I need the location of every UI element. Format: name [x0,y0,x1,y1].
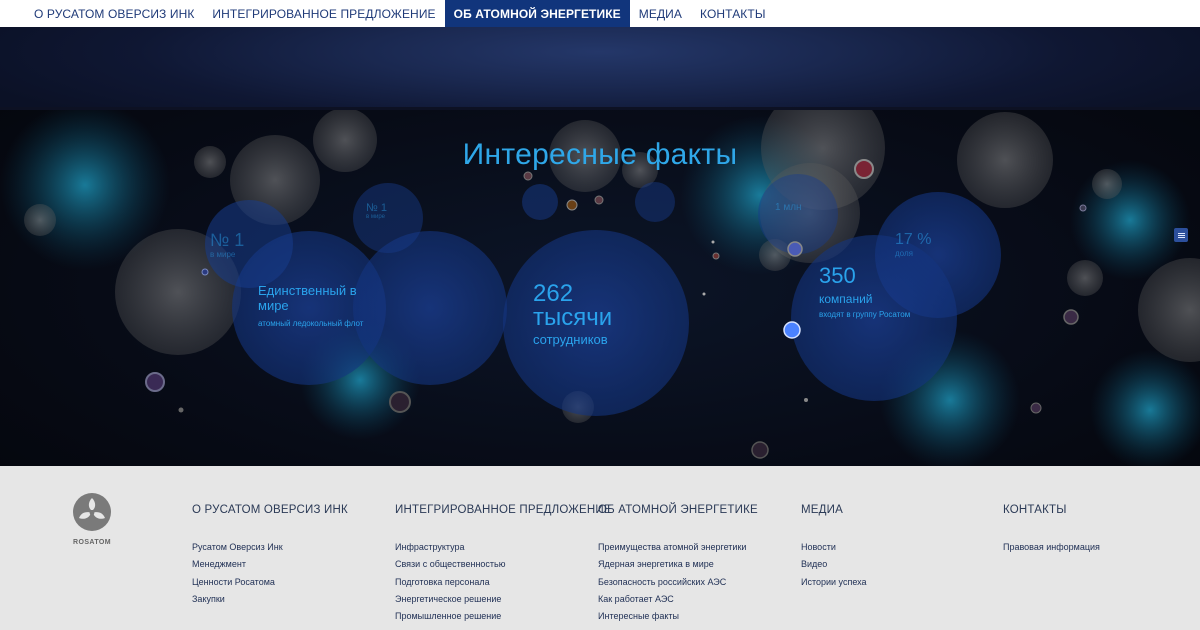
fact-number-one-world: № 1 в мире [210,230,244,259]
fact-small-million: 1 млн [775,202,802,213]
fact-share: 17 % доля [895,231,931,258]
nav-item-about[interactable]: О РУСАТОМ ОВЕРСИЗ ИНК [25,0,203,27]
fact-sub-text: в мире [366,214,386,220]
fact-unique-icebreaker[interactable]: Единственный в мире атомный ледокольный … [258,283,378,328]
footer-link[interactable]: Безопасность российских АЭС [598,574,758,591]
fact-small-text: входят в группу Росатом [819,310,911,319]
footer-column-about: О РУСАТОМ ОВЕРСИЗ ИНК Русатом Оверсиз Ин… [192,504,348,608]
fact-sub-text: доля [895,249,913,258]
footer-column-contacts: КОНТАКТЫ Правовая информация [1003,504,1100,556]
footer-link[interactable]: Преимущества атомной энергетики [598,539,758,556]
footer-column-media: МЕДИА Новости Видео Истории успеха [801,504,867,591]
footer-heading[interactable]: О РУСАТОМ ОВЕРСИЗ ИНК [192,504,348,516]
fact-big-text: 17 % [895,231,932,248]
footer-link[interactable]: Ценности Росатома [192,574,348,591]
fact-employees[interactable]: 262 тысячи сотрудников [533,280,643,348]
footer-heading[interactable]: ИНТЕГРИРОВАННОЕ ПРЕДЛОЖЕНИЕ [395,504,612,516]
rosatom-logo-icon [73,493,111,531]
footer-link[interactable]: Русатом Оверсиз Инк [192,539,348,556]
fact-companies[interactable]: 350 компаний входят в группу Росатом [819,263,929,320]
footer-link[interactable]: Менеджмент [192,556,348,573]
footer-link[interactable]: Как работает АЭС [598,591,758,608]
fact-big-text: 262 тысячи [533,280,613,331]
footer-link[interactable]: Ядерная энергетика в мире [598,556,758,573]
fact-mid-text: сотрудников [533,332,608,347]
footer-link[interactable]: Истории успеха [801,574,867,591]
fact-big-text: № 1 [210,230,245,250]
fact-small-text: № 1 [366,202,387,214]
footer-link[interactable]: Инфраструктура [395,539,612,556]
menu-icon [1177,234,1185,236]
footer-link[interactable]: Промышленное решение [395,608,612,625]
footer-link[interactable]: Энергетическое решение [395,591,612,608]
footer-heading[interactable]: ОБ АТОМНОЙ ЭНЕРГЕТИКЕ [598,504,758,516]
footer-heading[interactable]: МЕДИА [801,504,867,516]
side-menu-button[interactable] [1174,228,1188,242]
footer-link[interactable]: Новости [801,539,867,556]
footer: ROSATOM О РУСАТОМ ОВЕРСИЗ ИНК Русатом Ов… [0,466,1200,630]
fact-mid-text: компаний [819,292,873,306]
nav-item-contacts[interactable]: КОНТАКТЫ [691,0,775,27]
nav-item-integrated-offer[interactable]: ИНТЕГРИРОВАННОЕ ПРЕДЛОЖЕНИЕ [203,0,444,27]
facts-section: Интересные факты № 1 в мире Единственный… [0,110,1200,466]
footer-link[interactable]: Подготовка персонала [395,574,612,591]
footer-link[interactable]: Закупки [192,591,348,608]
facts-title: Интересные факты [462,138,738,171]
fact-mid-text: Единственный в мире [258,283,357,313]
nav-item-nuclear-energy[interactable]: ОБ АТОМНОЙ ЭНЕРГЕТИКЕ [444,0,630,27]
footer-link[interactable]: Интересные факты [598,608,758,625]
footer-column-integrated-offer: ИНТЕГРИРОВАННОЕ ПРЕДЛОЖЕНИЕ Инфраструкту… [395,504,612,625]
footer-link[interactable]: Видео [801,556,867,573]
fact-big-text: 350 [819,263,856,288]
footer-heading[interactable]: КОНТАКТЫ [1003,504,1100,516]
top-nav: О РУСАТОМ ОВЕРСИЗ ИНК ИНТЕГРИРОВАННОЕ ПР… [0,0,1200,27]
fact-sub-text: в мире [210,250,236,259]
footer-column-nuclear-energy: ОБ АТОМНОЙ ЭНЕРГЕТИКЕ Преимущества атомн… [598,504,758,625]
fact-small-text: атомный ледокольный флот [258,319,364,328]
footer-link[interactable]: Правовая информация [1003,539,1100,556]
fact-small-text: 1 млн [775,202,802,213]
hero-banner [0,27,1200,110]
rosatom-logo[interactable]: ROSATOM [70,492,114,546]
fact-small-number-one: № 1 в мире [366,202,387,220]
footer-link[interactable]: Связи с общественностью [395,556,612,573]
nav-item-media[interactable]: МЕДИА [630,0,691,27]
logo-caption: ROSATOM [73,539,111,546]
